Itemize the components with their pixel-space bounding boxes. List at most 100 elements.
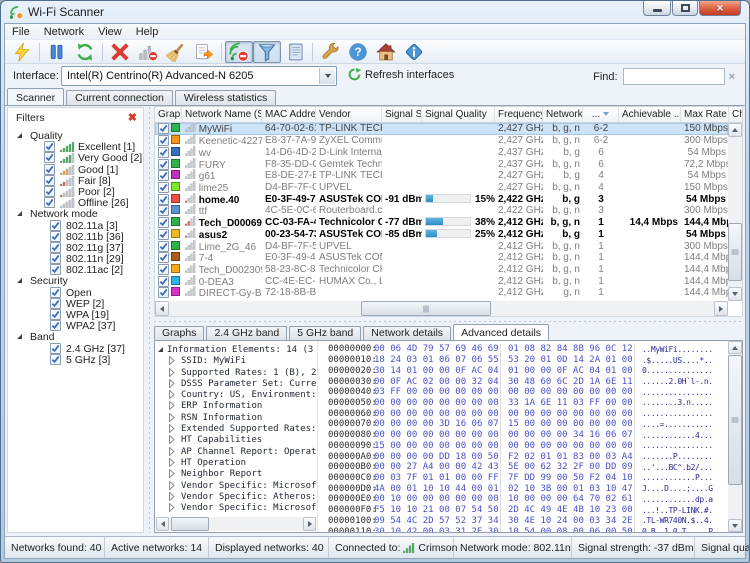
checkbox[interactable]	[158, 287, 169, 298]
checkbox[interactable]	[158, 252, 169, 263]
network-row-g61[interactable]: g61 E8-DE-27-B9-... TP-LINK TECH... 2,42…	[155, 170, 728, 182]
checkbox[interactable]	[158, 159, 169, 170]
network-row-0-DEA3[interactable]: 0-DEA3 CC-4E-EC-9E... HUMAX Co., Ltd. 2,…	[155, 275, 728, 287]
scroll-up-button[interactable]	[728, 123, 742, 137]
detail-tab-2-4-ghz-band[interactable]: 2.4 GHz band	[206, 326, 287, 340]
scan-button[interactable]	[8, 41, 36, 63]
ie-item[interactable]: Vendor Specific: Microsof	[155, 480, 317, 491]
checkbox[interactable]	[50, 253, 61, 264]
column-header-10[interactable]: Max Rate	[681, 107, 729, 122]
scroll-up-button[interactable]	[728, 341, 742, 354]
scroll-down-button[interactable]	[728, 287, 742, 301]
network-row-ttf[interactable]: ttf 4C-5E-0C-6C-... Routerboard.com 2,42…	[155, 205, 728, 217]
detail-tab-network-details[interactable]: Network details	[363, 326, 451, 340]
scroll-left-button[interactable]	[155, 301, 169, 316]
menu-view[interactable]: View	[91, 25, 129, 39]
table-vscroll-thumb[interactable]	[728, 223, 742, 282]
filter-group-quality[interactable]: Quality	[8, 130, 143, 141]
column-header-0[interactable]: Graph	[155, 107, 182, 122]
checkbox[interactable]	[50, 309, 61, 320]
network-row-lime25[interactable]: lime25 D4-BF-7F-00-... UPVEL 2,427 GHz b…	[155, 182, 728, 194]
scroll-left-button[interactable]	[156, 517, 169, 531]
checkbox[interactable]	[158, 170, 169, 181]
filter-group-band[interactable]: Band	[8, 331, 143, 342]
column-header-5[interactable]: Signal Quality	[422, 107, 495, 122]
pause-button[interactable]	[43, 41, 71, 63]
checkbox[interactable]	[44, 164, 55, 175]
network-row-7-4[interactable]: 7-4 E0-3F-49-4D-... ASUSTek COM... 2,412…	[155, 252, 728, 264]
column-header-6[interactable]: Frequency	[495, 107, 543, 122]
network-row-FURY[interactable]: FURY F8-35-DD-CF-... Gemtek Technol... 2…	[155, 158, 728, 170]
report-button[interactable]	[281, 41, 309, 63]
ie-item[interactable]: Extended Supported Rates:	[155, 423, 317, 434]
refresh-interfaces-button[interactable]: Refresh interfaces	[348, 68, 454, 81]
stop-wifi-button[interactable]	[225, 41, 253, 63]
network-row-MyWiFi[interactable]: MyWiFi 64-70-02-61-... TP-LINK TECH... 2…	[155, 123, 728, 135]
interface-combobox[interactable]: Intel(R) Centrino(R) Advanced-N 6205	[61, 66, 337, 86]
checkbox[interactable]	[158, 194, 169, 205]
filter-button[interactable]	[253, 41, 281, 63]
column-header-3[interactable]: Vendor	[316, 107, 382, 122]
checkbox[interactable]	[50, 298, 61, 309]
table-hscrollbar[interactable]	[155, 301, 728, 316]
scroll-right-button[interactable]	[303, 517, 316, 531]
filter-group-security[interactable]: Security	[8, 275, 143, 286]
checkbox[interactable]	[158, 205, 169, 216]
column-header-9[interactable]: Achievable ...	[619, 107, 681, 122]
ie-item[interactable]: ERP Information	[155, 400, 317, 411]
ie-item[interactable]: HT Operation	[155, 457, 317, 468]
checkbox[interactable]	[158, 147, 169, 158]
ie-item[interactable]: Supported Rates: 1 (B), 2	[155, 367, 317, 378]
checkbox[interactable]	[44, 197, 55, 208]
settings-button[interactable]	[316, 41, 344, 63]
checkbox[interactable]	[158, 241, 169, 252]
network-row-Tech_D0023094[interactable]: Tech_D0023094 58-23-8C-84-... Technicolo…	[155, 264, 728, 276]
checkbox[interactable]	[158, 264, 169, 275]
ie-item[interactable]: Country: US, Environment:	[155, 389, 317, 400]
checkbox[interactable]	[158, 135, 169, 146]
detail-tab-5-ghz-band[interactable]: 5 GHz band	[289, 326, 361, 340]
checkbox[interactable]	[50, 354, 61, 365]
ie-root[interactable]: Information Elements: 14 (3	[155, 344, 317, 355]
ie-item[interactable]: Vendor Specific: Microsof	[155, 502, 317, 513]
checkbox[interactable]	[158, 229, 169, 240]
ietree-hscroll-thumb[interactable]	[171, 517, 209, 531]
checkbox[interactable]	[50, 220, 61, 231]
network-row-Tech_D0006916[interactable]: Tech_D0006916 CC-03-FA-47-... Technicolo…	[155, 217, 728, 229]
checkbox[interactable]	[50, 287, 61, 298]
table-hscroll-thumb[interactable]	[361, 301, 491, 316]
find-input[interactable]	[623, 68, 725, 85]
network-row-DIRECT-Gy-BRA...[interactable]: DIRECT-Gy-BRA... 72-18-8B-B3-... 2,412 G…	[155, 287, 728, 299]
minimize-button[interactable]	[643, 1, 671, 16]
checkbox[interactable]	[158, 182, 169, 193]
detail-tab-advanced-details[interactable]: Advanced details	[453, 324, 549, 340]
column-header-1[interactable]: Network Name (SSID)	[182, 107, 262, 122]
checkbox[interactable]	[158, 123, 169, 134]
ie-item[interactable]: Neighbor Report	[155, 468, 317, 479]
tab-scanner[interactable]: Scanner	[7, 88, 64, 105]
remove-inactive-button[interactable]	[134, 41, 162, 63]
network-row-asus2[interactable]: asus2 00-23-54-73-... ASUSTek COM... -85…	[155, 228, 728, 240]
ie-item[interactable]: DSSS Parameter Set: Curre	[155, 378, 317, 389]
filters-close-icon[interactable]: ✖	[128, 111, 137, 124]
network-row-Lime_2G_46[interactable]: Lime_2G_46 D4-BF-7F-53-... UPVEL 2,412 G…	[155, 240, 728, 252]
network-row-Keenetic-4227[interactable]: Keenetic-4227 E8-37-7A-92-... ZyXEL Comm…	[155, 135, 728, 147]
delete-button[interactable]	[106, 41, 134, 63]
checkbox[interactable]	[44, 141, 55, 152]
hex-vscrollbar[interactable]	[728, 341, 742, 532]
column-header-7[interactable]: Network ...	[543, 107, 583, 122]
checkbox[interactable]	[50, 231, 61, 242]
checkbox[interactable]	[50, 242, 61, 253]
ie-item[interactable]: HT Capabilities	[155, 434, 317, 445]
home-button[interactable]	[372, 41, 400, 63]
menu-file[interactable]: File	[5, 25, 37, 39]
close-button[interactable]: ×	[699, 1, 741, 16]
hex-vscroll-thumb[interactable]	[728, 355, 742, 485]
checkbox[interactable]	[158, 276, 169, 287]
column-header-11[interactable]: Chann...	[729, 107, 743, 122]
network-row-home.40[interactable]: home.40 E0-3F-49-77-... ASUSTek COM... -…	[155, 193, 728, 205]
about-button[interactable]	[400, 41, 428, 63]
network-row-wv[interactable]: wv 14-D6-4D-2D... D-Link Internatio... 2…	[155, 146, 728, 158]
vertical-splitter[interactable]	[146, 107, 153, 533]
checkbox[interactable]	[50, 264, 61, 275]
